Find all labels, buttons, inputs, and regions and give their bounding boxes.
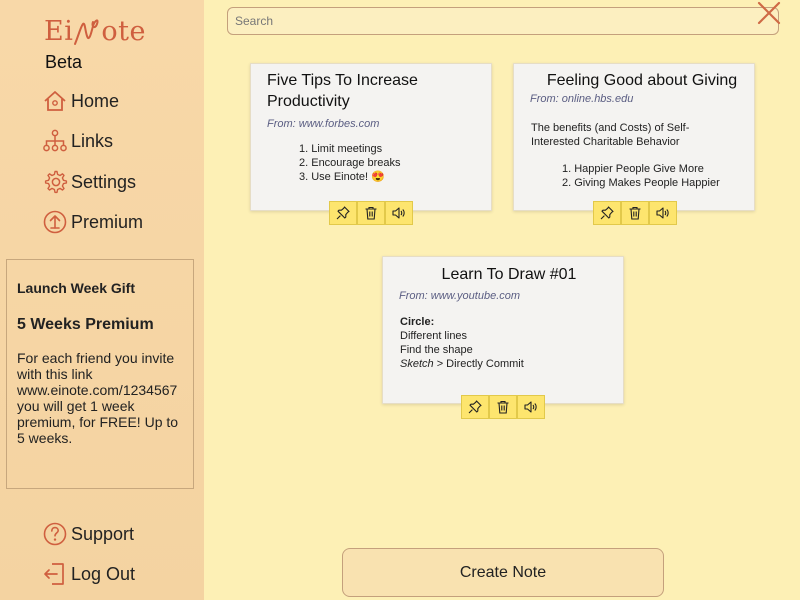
nav-item-support[interactable]: Support — [42, 519, 134, 549]
create-note-button[interactable]: Create Note — [342, 548, 664, 597]
nav-item-settings[interactable]: Settings — [42, 167, 136, 197]
pin-button[interactable] — [461, 395, 489, 419]
note-card[interactable]: Learn To Draw #01 From: www.youtube.com … — [382, 256, 624, 404]
note-list: 1. Happier People Give More 2. Giving Ma… — [562, 162, 720, 190]
speaker-icon — [524, 401, 537, 413]
note-card[interactable]: Feeling Good about Giving From: online.h… — [513, 63, 755, 211]
speak-button[interactable] — [385, 201, 413, 225]
list-item: 1. Happier People Give More — [562, 163, 704, 175]
search-input[interactable] — [227, 7, 779, 35]
logo-text-right: ote — [101, 16, 146, 47]
nav-item-links[interactable]: Links — [42, 126, 113, 156]
note-body: Circle: Different lines Find the shape S… — [400, 315, 610, 371]
list-item: 3. Use Einote! 😍 — [299, 171, 385, 183]
sidebar: Ei ote Beta Home Links Settings Premium … — [0, 0, 204, 600]
gift-description: For each friend you invite with this lin… — [17, 350, 179, 446]
close-icon[interactable] — [756, 0, 782, 26]
note-actions — [329, 201, 413, 225]
pin-button[interactable] — [593, 201, 621, 225]
note-actions — [593, 201, 677, 225]
nav-item-logout[interactable]: Log Out — [42, 559, 135, 589]
pin-icon — [600, 206, 614, 220]
note-source[interactable]: From: www.youtube.com — [399, 290, 619, 302]
beta-label: Beta — [45, 52, 83, 72]
nav-label-premium: Premium — [71, 211, 144, 232]
note-source[interactable]: From: online.hbs.edu — [530, 93, 750, 105]
question-circle-icon — [43, 522, 67, 546]
trash-icon — [497, 400, 509, 414]
upload-circle-icon — [43, 210, 67, 234]
launch-gift-panel: Launch Week Gift 5 Weeks Premium For eac… — [6, 259, 194, 489]
note-line-rest: > Directly Commit — [433, 358, 524, 370]
list-item: 2. Giving Makes People Happier — [562, 177, 720, 189]
pin-button[interactable] — [329, 201, 357, 225]
logout-icon — [44, 563, 64, 585]
note-title: Feeling Good about Giving — [546, 72, 738, 89]
logo-text-left: Ei — [44, 16, 74, 47]
nav-label-support: Support — [71, 523, 135, 544]
sitemap-icon — [43, 129, 67, 152]
logo-n-swirl-icon — [74, 19, 99, 45]
delete-button[interactable] — [621, 201, 649, 225]
gift-subtitle: 5 Weeks Premium — [17, 316, 154, 333]
trash-icon — [629, 206, 641, 220]
delete-button[interactable] — [357, 201, 385, 225]
list-item: 1. Limit meetings — [299, 143, 383, 155]
speak-button[interactable] — [649, 201, 677, 225]
nav-label-logout: Log Out — [71, 563, 136, 584]
home-icon — [44, 91, 66, 111]
note-card[interactable]: Five Tips To Increase Productivity From:… — [250, 63, 492, 211]
note-title: Five Tips To Increase Productivity — [267, 72, 418, 110]
nav-label-home: Home — [71, 90, 120, 111]
note-line: Find the shape — [400, 344, 473, 356]
pin-icon — [468, 400, 482, 414]
speaker-icon — [392, 207, 405, 219]
note-line: Different lines — [400, 330, 468, 342]
speak-button[interactable] — [517, 395, 545, 419]
delete-button[interactable] — [489, 395, 517, 419]
gift-title: Launch Week Gift — [17, 280, 135, 296]
note-title: Learn To Draw #01 — [441, 266, 577, 283]
nav-label-settings: Settings — [71, 171, 137, 192]
note-source[interactable]: From: www.forbes.com — [267, 118, 487, 130]
note-heading: Circle: — [400, 316, 435, 328]
pin-icon — [336, 206, 350, 220]
note-intro: The benefits (and Costs) of Self-Interes… — [531, 122, 690, 148]
note-line-emphasis: Sketch — [400, 358, 434, 370]
nav-item-premium[interactable]: Premium — [42, 207, 143, 237]
nav-label-links: Links — [71, 130, 114, 151]
einote-logo[interactable]: Ei ote — [44, 16, 146, 47]
note-line: Sketch > Directly Commit — [400, 357, 610, 371]
nav-item-home[interactable]: Home — [42, 86, 119, 116]
speaker-icon — [656, 207, 669, 219]
note-actions — [461, 395, 545, 419]
trash-icon — [365, 206, 377, 220]
gear-icon — [44, 170, 68, 194]
note-list: 1. Limit meetings 2. Encourage breaks 3.… — [299, 142, 401, 184]
list-item: 2. Encourage breaks — [299, 157, 401, 169]
